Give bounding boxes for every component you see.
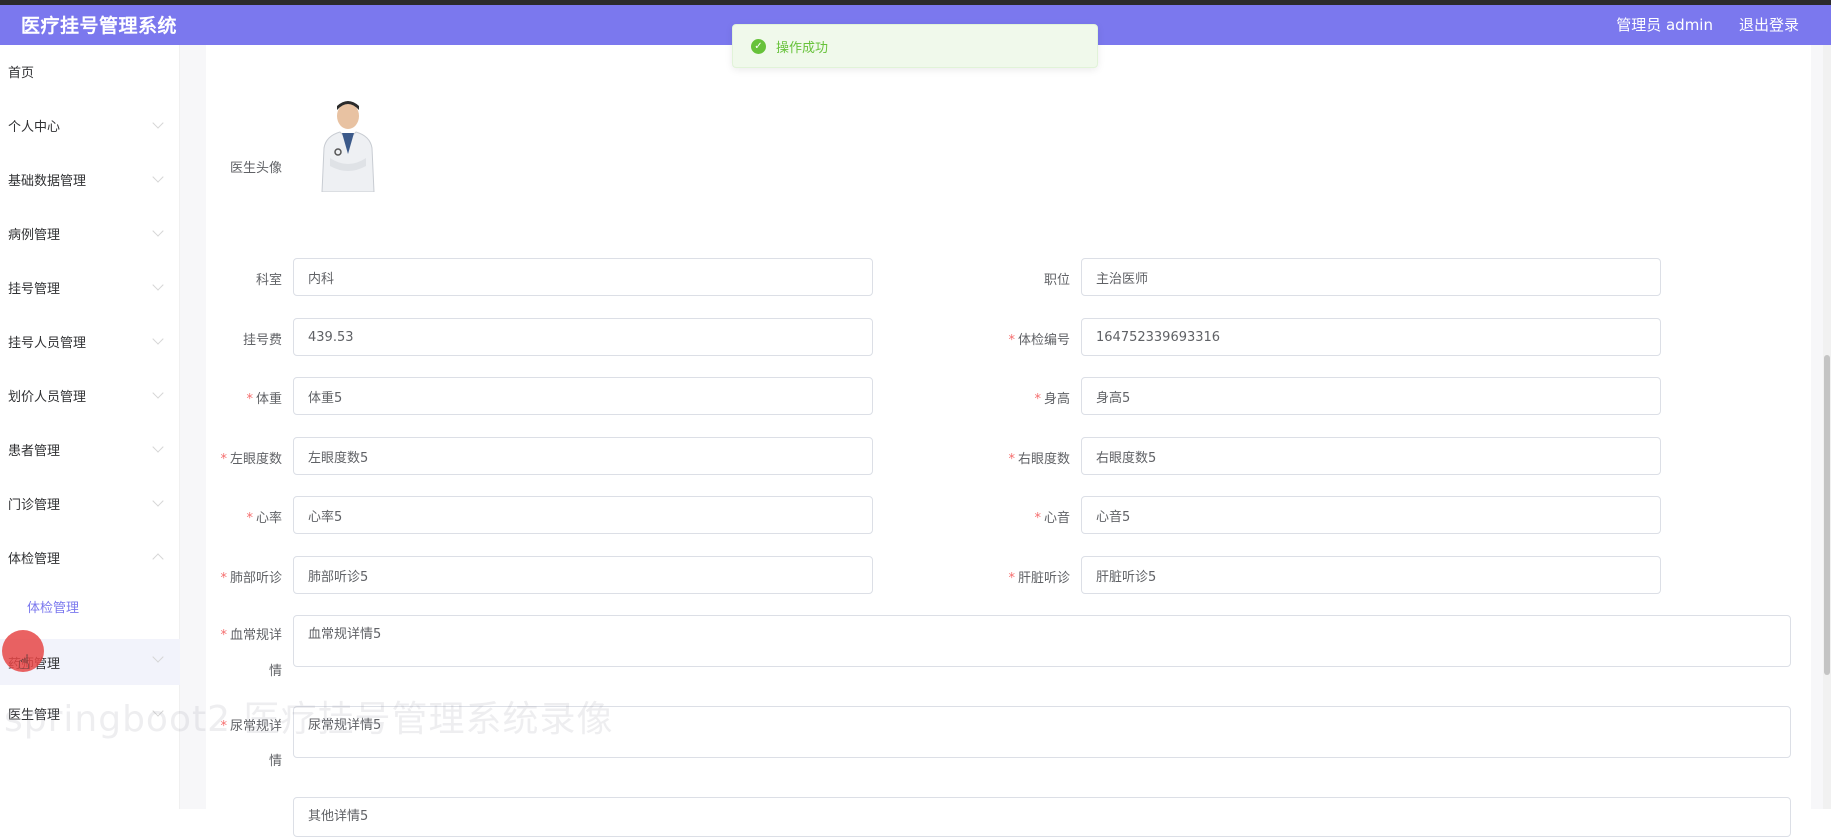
heart-sound-label: * 心音 [1034,511,1070,526]
chevron-down-icon [152,333,164,345]
blood-label: * 血常规详 [220,628,282,643]
chevron-up-icon [152,553,164,565]
liver-label: * 肝脏听诊 [1008,571,1070,586]
doctor-avatar[interactable] [312,96,384,192]
video-watermark: springboot2 医疗挂号管理系统录像 [4,699,614,740]
chevron-down-icon [152,225,164,237]
toast-message: 操作成功 [776,40,829,56]
liver-input[interactable]: 肝脏听诊5 [1081,556,1661,594]
right-eye-label: * 右眼度数 [1008,452,1070,467]
chevron-down-icon [152,651,164,663]
weight-label: * 体重 [246,392,282,407]
exam-no-label: * 体检编号 [1008,333,1070,348]
chevron-down-icon [152,495,164,507]
heart-rate-input[interactable]: 心率5 [293,496,873,534]
fee-label: 挂号费 [242,333,282,348]
department-label: 科室 [255,273,282,288]
chevron-down-icon [152,117,164,129]
position-input[interactable]: 主治医师 [1081,258,1661,296]
sidebar-item-profile[interactable]: 个人中心 [0,105,180,145]
lung-label: * 肺部听诊 [220,571,282,586]
sidebar-item-registration-staff[interactable]: 挂号人员管理 [0,321,180,361]
other-textarea[interactable]: 其他详情5 [293,797,1791,837]
weight-input[interactable]: 体重5 [293,377,873,415]
sidebar-subitem-physical-exam[interactable]: 体检管理 [0,586,180,626]
fee-input[interactable]: 439.53 [293,318,873,356]
current-user: 管理员 admin [1616,16,1713,34]
blood-textarea[interactable]: 血常规详情5 [293,615,1791,667]
chevron-down-icon [152,441,164,453]
height-label: * 身高 [1034,392,1070,407]
urine-label-line2: 情 [268,754,282,769]
exam-no-input[interactable]: 164752339693316 [1081,318,1661,356]
sidebar-item-cases[interactable]: 病例管理 [0,213,180,253]
sidebar-item-patients[interactable]: 患者管理 [0,429,180,469]
check-circle-icon: ✓ [751,38,766,54]
left-eye-label: * 左眼度数 [220,452,282,467]
avatar-label: 医生头像 [229,161,282,176]
heart-sound-input[interactable]: 心音5 [1081,496,1661,534]
heart-rate-label: * 心率 [246,511,282,526]
height-input[interactable]: 身高5 [1081,377,1661,415]
position-label: 职位 [1043,273,1070,288]
department-input[interactable]: 内科 [293,258,873,296]
logout-link[interactable]: 退出登录 [1739,14,1799,35]
hand-cursor-icon: ☝ [18,650,31,674]
right-eye-input[interactable]: 右眼度数5 [1081,437,1661,475]
sidebar-item-basic-data[interactable]: 基础数据管理 [0,159,180,199]
sidebar-item-pricing-staff[interactable]: 划价人员管理 [0,375,180,415]
lung-input[interactable]: 肺部听诊5 [293,556,873,594]
sidebar-item-physical-exam[interactable]: 体检管理 [0,537,180,577]
sidebar-item-outpatient[interactable]: 门诊管理 [0,483,180,523]
app-title: 医疗挂号管理系统 [21,15,178,37]
left-eye-input[interactable]: 左眼度数5 [293,437,873,475]
success-toast: ✓ 操作成功 [732,24,1098,68]
chevron-down-icon [152,171,164,183]
sidebar-item-registration[interactable]: 挂号管理 [0,267,180,307]
blood-label-line2: 情 [268,664,282,679]
scrollbar-thumb[interactable] [1824,355,1830,675]
page-scrollbar[interactable] [1823,45,1831,809]
chevron-down-icon [152,387,164,399]
sidebar-item-home[interactable]: 首页 [0,51,180,91]
chevron-down-icon [152,279,164,291]
